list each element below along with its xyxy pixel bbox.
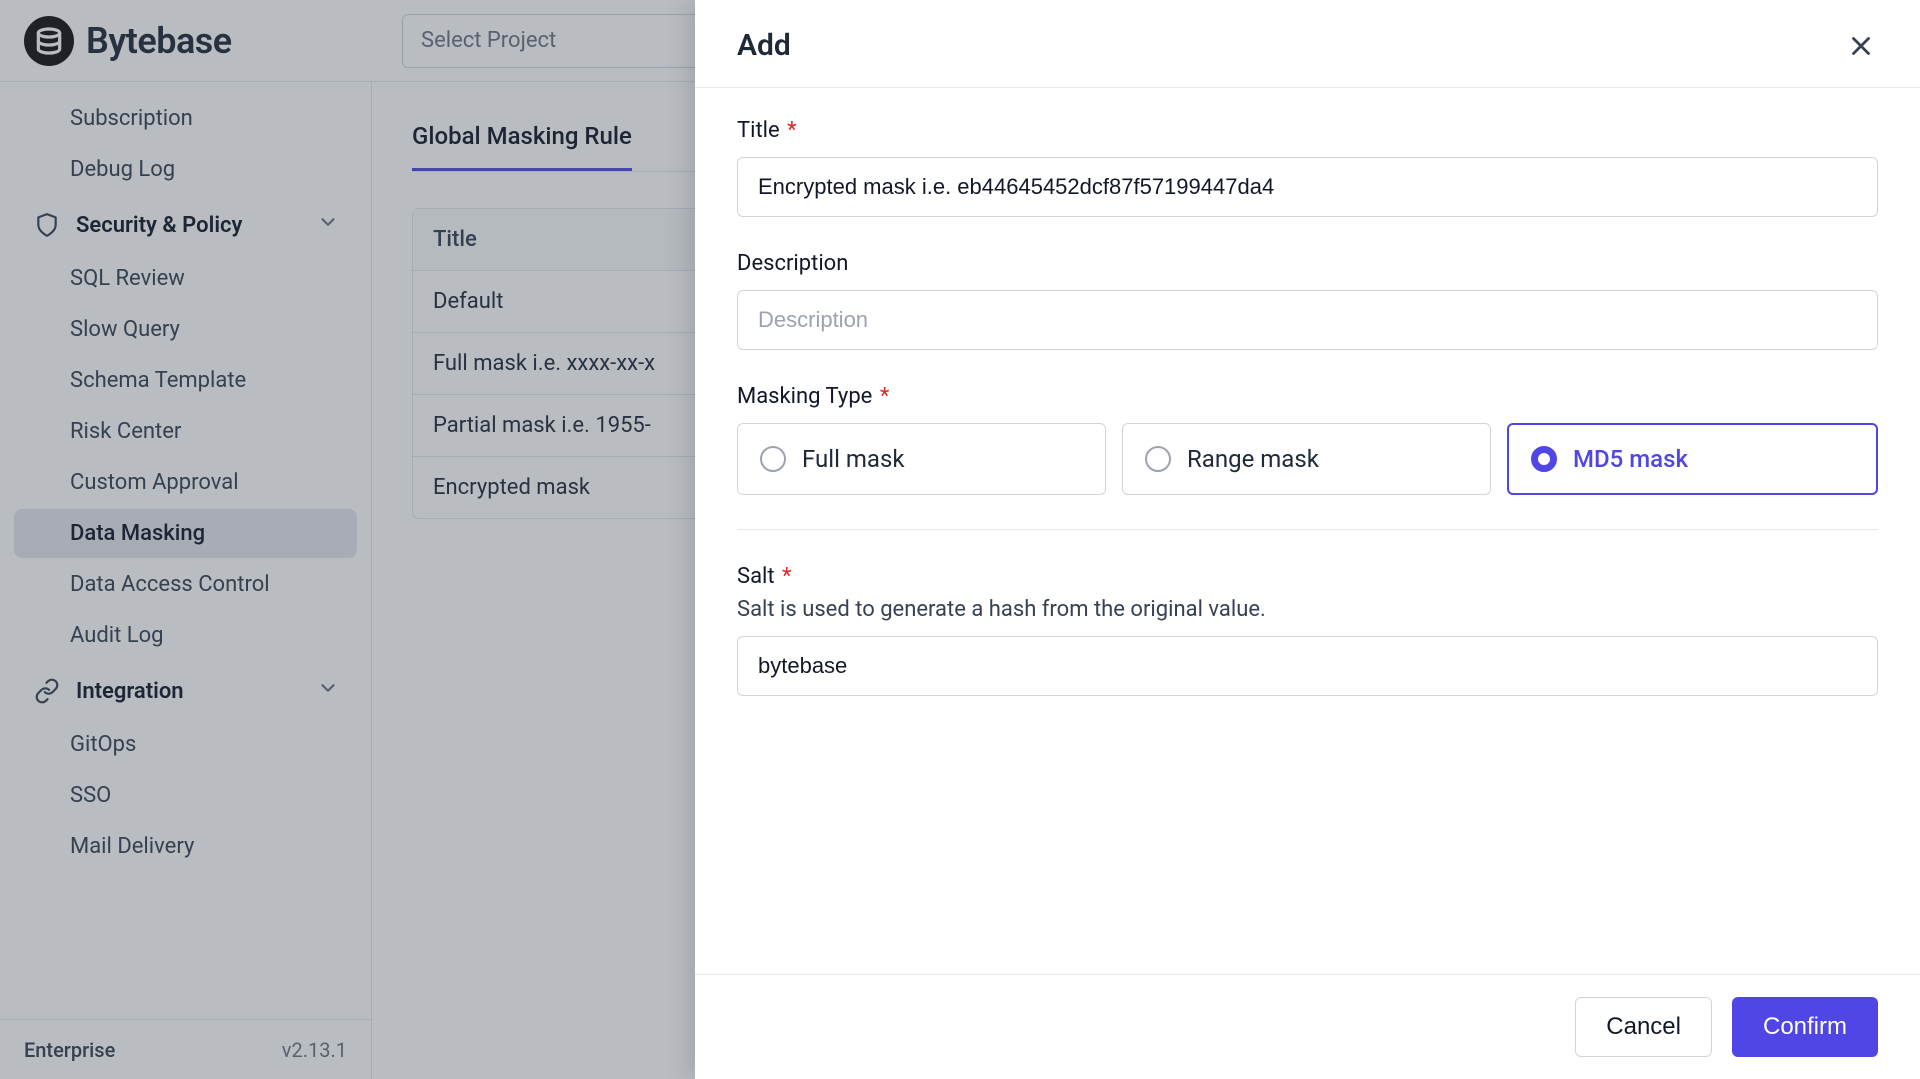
salt-input[interactable] xyxy=(737,636,1878,696)
cancel-button[interactable]: Cancel xyxy=(1575,997,1712,1057)
masking-type-label: Masking Type * xyxy=(737,384,1878,409)
title-input[interactable] xyxy=(737,157,1878,217)
salt-help: Salt is used to generate a hash from the… xyxy=(737,597,1878,622)
divider xyxy=(737,529,1878,530)
button-label: Confirm xyxy=(1763,1013,1847,1041)
salt-label: Salt * xyxy=(737,564,1878,589)
close-button[interactable] xyxy=(1844,29,1878,63)
description-label: Description xyxy=(737,251,1878,276)
add-drawer: Add Title * Description Masking Type * F… xyxy=(695,0,1920,1079)
confirm-button[interactable]: Confirm xyxy=(1732,997,1878,1057)
masking-option-range[interactable]: Range mask xyxy=(1122,423,1491,495)
drawer-title: Add xyxy=(737,28,791,63)
description-input[interactable] xyxy=(737,290,1878,350)
close-icon xyxy=(1846,31,1876,61)
button-label: Cancel xyxy=(1606,1013,1681,1041)
radio-label: MD5 mask xyxy=(1573,445,1688,473)
masking-option-full[interactable]: Full mask xyxy=(737,423,1106,495)
radio-label: Range mask xyxy=(1187,445,1319,473)
radio-icon xyxy=(1145,446,1171,472)
masking-option-md5[interactable]: MD5 mask xyxy=(1507,423,1878,495)
title-label: Title * xyxy=(737,118,1878,143)
masking-type-options: Full mask Range mask MD5 mask xyxy=(737,423,1878,495)
radio-icon xyxy=(760,446,786,472)
radio-icon xyxy=(1531,446,1557,472)
radio-label: Full mask xyxy=(802,445,905,473)
